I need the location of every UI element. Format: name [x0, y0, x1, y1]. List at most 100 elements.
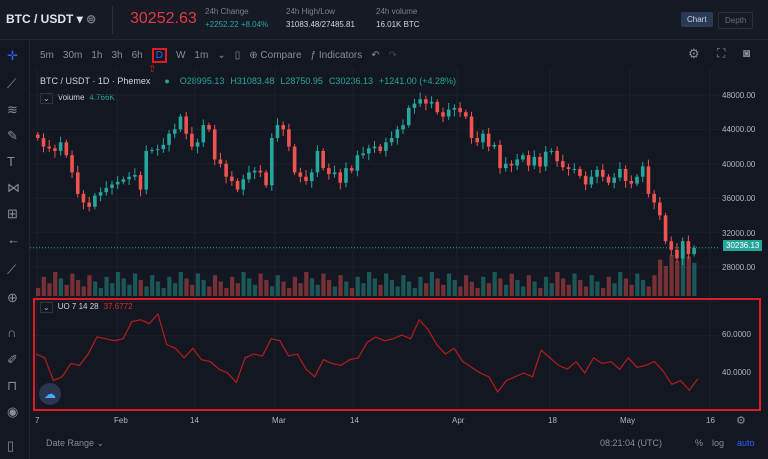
magnet-icon[interactable]: ∩ — [7, 325, 16, 340]
percent-toggle[interactable]: % — [695, 438, 703, 448]
candle — [600, 169, 605, 177]
interval-6h[interactable]: 6h — [132, 50, 143, 61]
lock-icon[interactable]: ⊓ — [7, 378, 17, 394]
trendline-icon[interactable]: ⟋ — [7, 76, 16, 92]
pattern-icon[interactable]: ⋈ — [7, 180, 20, 196]
uo-pane-highlight — [33, 298, 761, 411]
interval-3h[interactable]: 3h — [111, 50, 122, 61]
back-arrow-icon[interactable]: ← — [7, 232, 20, 247]
lock-drawing-icon[interactable]: ✐ — [7, 352, 18, 368]
candle — [429, 101, 434, 104]
volume-bar — [207, 286, 212, 296]
volume-bar — [635, 273, 640, 296]
candle — [424, 99, 428, 104]
interval-5m[interactable]: 5m — [40, 50, 54, 61]
interval-1m[interactable]: 1m — [194, 50, 208, 61]
price-tick: 44000.00 — [722, 125, 756, 135]
candle — [549, 150, 554, 152]
volume-bar — [155, 281, 161, 296]
collapse-icon[interactable]: ⌄ — [40, 302, 53, 313]
candle — [503, 163, 508, 169]
trash-icon[interactable]: ▯ — [7, 438, 14, 454]
time-tick: 7 — [35, 416, 40, 425]
info-icon[interactable]: ⊜ — [86, 12, 96, 26]
volume-bar — [372, 278, 377, 296]
chart-tab[interactable]: Chart — [681, 12, 713, 27]
volume-bar — [201, 280, 206, 296]
volume-bar — [629, 284, 634, 296]
candle — [486, 133, 491, 147]
volume-bar — [561, 278, 566, 296]
volume-bar — [663, 266, 668, 296]
volume-bar — [680, 250, 686, 296]
measure-icon[interactable]: ⟋ — [7, 262, 16, 278]
log-toggle[interactable]: log — [712, 438, 724, 448]
axis-settings-icon[interactable]: ⚙ — [736, 414, 746, 427]
indicators-button[interactable]: ƒ Indicators — [311, 50, 363, 61]
candle — [652, 193, 656, 203]
ruler-icon[interactable]: ⊞ — [7, 206, 18, 222]
candle — [658, 202, 662, 216]
interval-d[interactable]: D — [151, 47, 167, 63]
candle — [230, 176, 234, 181]
candle-type-icon[interactable]: ▯ — [235, 50, 241, 61]
divider — [112, 6, 113, 34]
text-icon[interactable]: T — [7, 154, 15, 169]
volume-bar — [110, 283, 115, 296]
undo-icon[interactable]: ↶ — [371, 50, 379, 61]
candle — [349, 168, 354, 171]
volume-bar — [167, 276, 172, 296]
redo-icon[interactable]: ↷ — [389, 50, 397, 61]
chevron-down-icon: ▾ — [76, 12, 83, 26]
candle — [327, 168, 331, 175]
volume-bar — [612, 283, 617, 296]
candle — [58, 142, 63, 151]
candle — [64, 142, 69, 156]
volume-bar — [526, 275, 531, 296]
candle — [589, 176, 594, 185]
volume-bar — [583, 286, 589, 296]
indicators-label: Indicators — [318, 49, 363, 61]
candle — [481, 133, 485, 143]
interval-30m[interactable]: 30m — [63, 50, 82, 61]
label: 24h Change — [205, 7, 249, 16]
volume-bar — [549, 283, 554, 296]
interval-1h[interactable]: 1h — [91, 50, 102, 61]
volume-bar — [475, 288, 480, 296]
candle — [53, 148, 57, 151]
volume-bar — [224, 288, 229, 296]
time-tick: 16 — [706, 416, 715, 425]
fib-icon[interactable]: ≋ — [7, 102, 18, 118]
candle — [344, 168, 348, 183]
auto-toggle[interactable]: auto — [737, 438, 755, 448]
volume-bar — [338, 275, 343, 296]
candle — [93, 195, 97, 207]
volume-bar — [93, 281, 98, 296]
candle — [498, 144, 502, 169]
interval-w[interactable]: W — [176, 50, 185, 61]
eye-icon[interactable]: ◉ — [7, 404, 18, 420]
settings-icon[interactable]: ⚙ — [688, 46, 700, 62]
candle — [635, 176, 639, 184]
volume-bar — [589, 275, 594, 296]
candle — [338, 172, 343, 183]
zoom-in-icon[interactable]: ⊕ — [7, 290, 18, 306]
fullscreen-icon[interactable]: ⛶ — [717, 46, 725, 61]
date-range-button[interactable]: Date Range ⌄ — [46, 438, 104, 449]
compare-button[interactable]: ⊕ Compare — [249, 50, 301, 61]
volume-bar — [469, 281, 474, 296]
logo-icon: ☁ — [39, 383, 61, 405]
depth-tab[interactable]: Depth — [718, 12, 754, 29]
crosshair-icon[interactable]: ✛ — [7, 48, 18, 64]
chevron-down-icon[interactable]: ⌄ — [217, 50, 225, 61]
candle — [612, 177, 616, 183]
candle — [384, 142, 388, 151]
brush-icon[interactable]: ✎ — [7, 128, 18, 144]
pair-selector[interactable]: BTC / USDT ▾ ⊜ — [6, 12, 96, 26]
volume-bar — [441, 284, 446, 296]
candle — [241, 179, 246, 190]
candle — [309, 172, 314, 181]
current-price-tag: 30236.13 — [723, 240, 763, 251]
volume-bar — [218, 281, 223, 296]
screenshot-icon[interactable]: ◙ — [743, 46, 750, 60]
